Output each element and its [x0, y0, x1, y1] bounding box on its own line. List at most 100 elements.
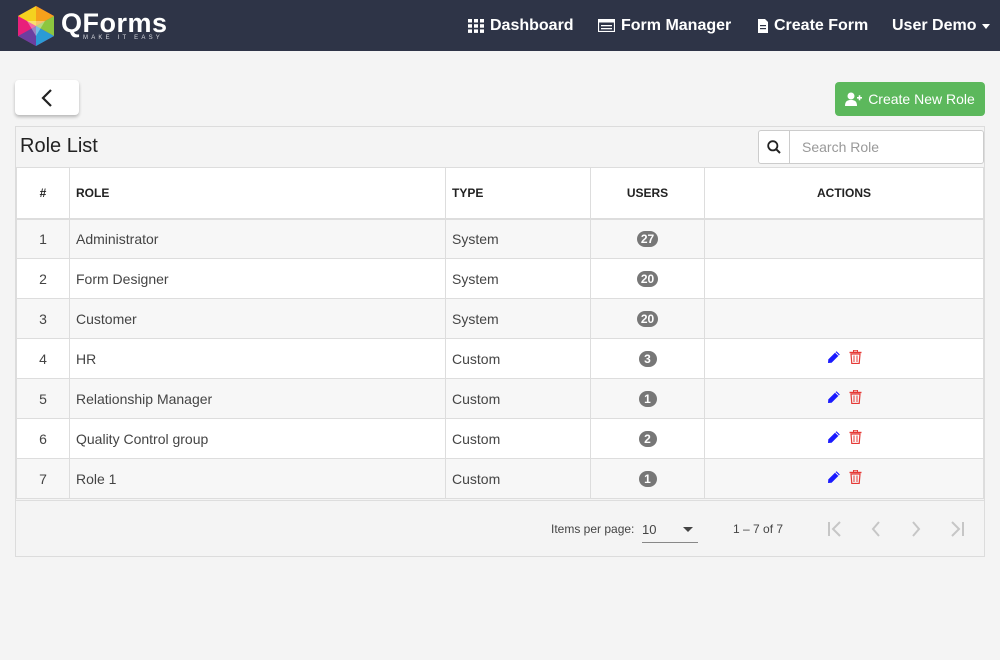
page-title: Role List [20, 135, 98, 157]
search-box [758, 130, 984, 164]
cell-type: System [445, 298, 591, 339]
trash-icon[interactable] [849, 470, 862, 484]
col-header-role[interactable]: ROLE [69, 167, 446, 220]
logo-name: QForms [61, 8, 168, 38]
users-count-badge: 1 [638, 391, 657, 407]
cell-users: 20 [590, 258, 705, 299]
grid-icon [468, 18, 484, 33]
users-count-badge: 20 [636, 311, 659, 327]
table-row[interactable]: 2 Form Designer System 20 [16, 258, 984, 299]
cell-users: 3 [590, 338, 705, 379]
trash-icon[interactable] [849, 350, 862, 364]
users-count-badge: 2 [638, 431, 657, 447]
user-plus-icon [845, 92, 863, 106]
cell-num: 6 [16, 418, 70, 459]
dropdown-arrow-icon [683, 527, 693, 532]
nav-form-manager-label: Form Manager [621, 16, 732, 34]
create-role-button[interactable]: Create New Role [835, 82, 985, 116]
first-page-button[interactable] [824, 517, 848, 541]
pencil-icon[interactable] [827, 350, 841, 364]
cell-actions [704, 378, 984, 419]
chevron-down-icon [982, 24, 991, 29]
cell-num: 7 [16, 458, 70, 499]
logo-tagline: MAKE IT EASY [83, 35, 163, 41]
top-navbar: QForms MAKE IT EASY Dashboard Form Manag… [0, 0, 1000, 51]
table-row[interactable]: 4 HR Custom 3 [16, 338, 984, 379]
back-button[interactable] [15, 80, 79, 115]
user-menu-label: User Demo [892, 16, 977, 34]
last-page-icon [951, 521, 964, 537]
cell-users: 1 [590, 458, 705, 499]
logo-mark-icon [18, 6, 54, 46]
cell-users: 27 [590, 218, 705, 259]
cell-type: Custom [445, 338, 591, 379]
last-page-button[interactable] [944, 517, 968, 541]
items-per-page-select[interactable]: 10 [642, 515, 698, 543]
cell-role: Customer [69, 298, 446, 339]
cell-num: 5 [16, 378, 70, 419]
cell-users: 20 [590, 298, 705, 339]
search-icon [767, 140, 781, 154]
pencil-icon[interactable] [827, 470, 841, 484]
cell-role: Administrator [69, 218, 446, 259]
cell-num: 4 [16, 338, 70, 379]
row-actions [827, 470, 862, 484]
cell-type: Custom [445, 458, 591, 499]
cell-num: 2 [16, 258, 70, 299]
cell-type: Custom [445, 418, 591, 459]
nav-create-form-label: Create Form [774, 16, 869, 34]
page-range-label: 1 – 7 of 7 [733, 522, 784, 536]
cell-type: System [445, 218, 591, 259]
cell-role: Quality Control group [69, 418, 446, 459]
table-row[interactable]: 1 Administrator System 27 [16, 218, 984, 259]
nav-form-manager[interactable]: Form Manager [598, 0, 731, 51]
chevron-left-icon [41, 88, 52, 107]
table-row[interactable]: 7 Role 1 Custom 1 [16, 458, 984, 499]
first-page-icon [828, 521, 841, 537]
user-menu[interactable]: User Demo [892, 0, 991, 51]
prev-page-button[interactable] [864, 517, 888, 541]
users-count-badge: 1 [638, 471, 657, 487]
table-row[interactable]: 5 Relationship Manager Custom 1 [16, 378, 984, 419]
chevron-left-icon [871, 521, 880, 537]
row-actions [827, 390, 862, 404]
col-header-actions: ACTIONS [704, 167, 984, 220]
col-header-users[interactable]: USERS [590, 167, 705, 220]
chevron-right-icon [912, 521, 921, 537]
next-page-button[interactable] [904, 517, 928, 541]
create-role-label: Create New Role [868, 91, 975, 107]
cell-actions [704, 218, 984, 259]
search-button[interactable] [759, 131, 790, 163]
row-actions [827, 430, 862, 444]
cell-type: System [445, 258, 591, 299]
cell-role: HR [69, 338, 446, 379]
trash-icon[interactable] [849, 390, 862, 404]
file-add-icon [758, 18, 768, 33]
col-header-num[interactable]: # [16, 167, 70, 220]
cell-users: 2 [590, 418, 705, 459]
nav-create-form[interactable]: Create Form [758, 0, 868, 51]
search-input[interactable] [790, 131, 983, 163]
cell-role: Form Designer [69, 258, 446, 299]
users-count-badge: 3 [638, 351, 657, 367]
role-list-panel: Role List # ROLE TYPE USERS ACTIONS 1Adm… [15, 126, 985, 557]
cell-num: 3 [16, 298, 70, 339]
table-header-row: # ROLE TYPE USERS ACTIONS [16, 167, 984, 220]
trash-icon[interactable] [849, 430, 862, 444]
cell-users: 1 [590, 378, 705, 419]
app-logo[interactable]: QForms MAKE IT EASY [14, 4, 169, 48]
pencil-icon[interactable] [827, 390, 841, 404]
list-icon [598, 19, 615, 32]
col-header-type[interactable]: TYPE [445, 167, 591, 220]
cell-actions [704, 258, 984, 299]
table-row[interactable]: 6 Quality Control group Custom 2 [16, 418, 984, 459]
pencil-icon[interactable] [827, 430, 841, 444]
cell-actions [704, 458, 984, 499]
cell-num: 1 [16, 218, 70, 259]
cell-actions [704, 298, 984, 339]
nav-dashboard[interactable]: Dashboard [468, 0, 574, 51]
users-count-badge: 27 [636, 231, 659, 248]
items-per-page-label: Items per page: [551, 522, 635, 536]
table-row[interactable]: 3 Customer System 20 [16, 298, 984, 339]
role-table: # ROLE TYPE USERS ACTIONS 1 Administrator… [16, 167, 984, 499]
